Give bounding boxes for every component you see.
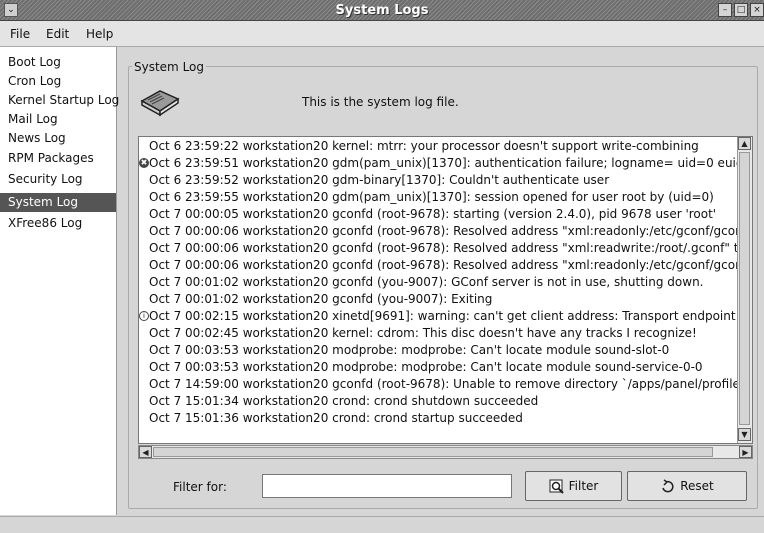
log-line-text: Oct 7 15:01:36 workstation20 crond: cron… [149, 411, 523, 425]
title-bar[interactable]: ⌄ System Logs – □ × [0, 0, 764, 21]
log-line[interactable]: Oct 7 15:01:34 workstation20 crond: cron… [139, 393, 738, 410]
menu-help[interactable]: Help [86, 27, 113, 41]
log-line-text: Oct 6 23:59:55 workstation20 gdm(pam_uni… [149, 190, 714, 204]
error-icon: ✖ [139, 158, 149, 168]
scroll-down-icon[interactable]: ▼ [738, 428, 751, 441]
log-line-text: Oct 7 00:03:53 workstation20 modprobe: m… [149, 343, 670, 357]
log-line[interactable]: Oct 7 15:01:36 workstation20 crond: cron… [139, 410, 738, 427]
log-line[interactable]: Oct 7 14:59:00 workstation20 gconfd (roo… [139, 376, 738, 393]
log-line-text: Oct 6 23:59:51 workstation20 gdm(pam_uni… [149, 156, 738, 170]
log-line[interactable]: Oct 6 23:59:22 workstation20 kernel: mtr… [139, 138, 738, 155]
log-line-text: Oct 7 00:03:53 workstation20 modprobe: m… [149, 360, 703, 374]
log-line-text: Oct 7 00:01:02 workstation20 gconfd (you… [149, 292, 493, 306]
vertical-scroll-thumb[interactable] [739, 152, 750, 425]
log-line[interactable]: Oct 7 00:00:06 workstation20 gconfd (roo… [139, 223, 738, 240]
log-line-text: Oct 6 23:59:52 workstation20 gdm-binary[… [149, 173, 610, 187]
scroll-right-icon[interactable]: ▶ [739, 446, 752, 458]
filter-input[interactable] [262, 474, 512, 498]
book-icon [140, 90, 180, 117]
window-title: System Logs [335, 3, 429, 18]
filter-button-label: Filter [568, 479, 599, 493]
main-panel: System Log This is the system log file. … [122, 47, 764, 515]
log-line-text: Oct 7 00:00:06 workstation20 gconfd (roo… [149, 241, 738, 255]
horizontal-scroll-thumb[interactable] [153, 447, 713, 457]
log-line[interactable]: Oct 7 00:01:02 workstation20 gconfd (you… [139, 291, 738, 308]
menu-edit[interactable]: Edit [46, 27, 69, 41]
log-text-area[interactable]: Oct 6 23:59:22 workstation20 kernel: mtr… [139, 137, 738, 443]
pane-resize-handle[interactable] [0, 47, 117, 515]
status-bar [0, 516, 764, 533]
warning-icon: i [139, 311, 149, 321]
log-line-text: Oct 7 00:02:15 workstation20 xinetd[9691… [149, 309, 738, 323]
log-line[interactable]: Oct 7 00:03:53 workstation20 modprobe: m… [139, 342, 738, 359]
reset-button[interactable]: Reset [627, 471, 747, 501]
log-line[interactable]: Oct 7 00:01:02 workstation20 gconfd (you… [139, 274, 738, 291]
minimize-button[interactable]: – [718, 3, 732, 17]
log-line[interactable]: Oct 7 00:00:05 workstation20 gconfd (roo… [139, 206, 738, 223]
log-line[interactable]: Oct 7 00:02:45 workstation20 kernel: cdr… [139, 325, 738, 342]
log-line-text: Oct 7 00:00:06 workstation20 gconfd (roo… [149, 224, 738, 238]
log-line-text: Oct 6 23:59:22 workstation20 kernel: mtr… [149, 139, 699, 153]
filter-label: Filter for: [173, 480, 227, 494]
menu-file[interactable]: File [10, 27, 30, 41]
filter-button[interactable]: Filter [525, 471, 622, 501]
log-line[interactable]: Oct 7 00:00:06 workstation20 gconfd (roo… [139, 257, 738, 274]
log-line-text: Oct 7 00:02:45 workstation20 kernel: cdr… [149, 326, 697, 340]
log-line[interactable]: i Oct 7 00:02:15 workstation20 xinetd[969… [139, 308, 738, 325]
log-line-text: Oct 7 00:01:02 workstation20 gconfd (you… [149, 275, 704, 289]
log-line[interactable]: Oct 7 00:03:53 workstation20 modprobe: m… [139, 359, 738, 376]
refresh-icon [662, 478, 674, 492]
log-line-text: Oct 7 00:00:05 workstation20 gconfd (roo… [149, 207, 717, 221]
log-line[interactable]: ✖ Oct 6 23:59:51 workstation20 gdm(pam_un… [139, 155, 738, 172]
log-line[interactable]: Oct 6 23:59:52 workstation20 gdm-binary[… [139, 172, 738, 189]
menu-bar: File Edit Help [0, 21, 764, 47]
log-line-text: Oct 7 14:59:00 workstation20 gconfd (roo… [149, 377, 738, 391]
log-line-text: Oct 7 15:01:34 workstation20 crond: cron… [149, 394, 539, 408]
close-button[interactable]: × [750, 3, 764, 17]
vertical-scrollbar[interactable]: ▲ ▼ [737, 137, 752, 443]
scroll-left-icon[interactable]: ◀ [139, 446, 152, 458]
maximize-button[interactable]: □ [734, 3, 748, 17]
log-description: This is the system log file. [302, 95, 459, 109]
magnifier-icon [549, 479, 564, 494]
scroll-up-icon[interactable]: ▲ [738, 137, 751, 150]
frame-label: System Log [132, 60, 206, 74]
log-view[interactable]: Oct 6 23:59:22 workstation20 kernel: mtr… [138, 136, 753, 444]
log-line-text: Oct 7 00:00:06 workstation20 gconfd (roo… [149, 258, 738, 272]
reset-button-label: Reset [680, 479, 714, 493]
log-line[interactable]: Oct 6 23:59:55 workstation20 gdm(pam_uni… [139, 189, 738, 206]
log-line[interactable]: Oct 7 00:00:06 workstation20 gconfd (roo… [139, 240, 738, 257]
horizontal-scrollbar[interactable]: ◀ ▶ [138, 445, 753, 459]
